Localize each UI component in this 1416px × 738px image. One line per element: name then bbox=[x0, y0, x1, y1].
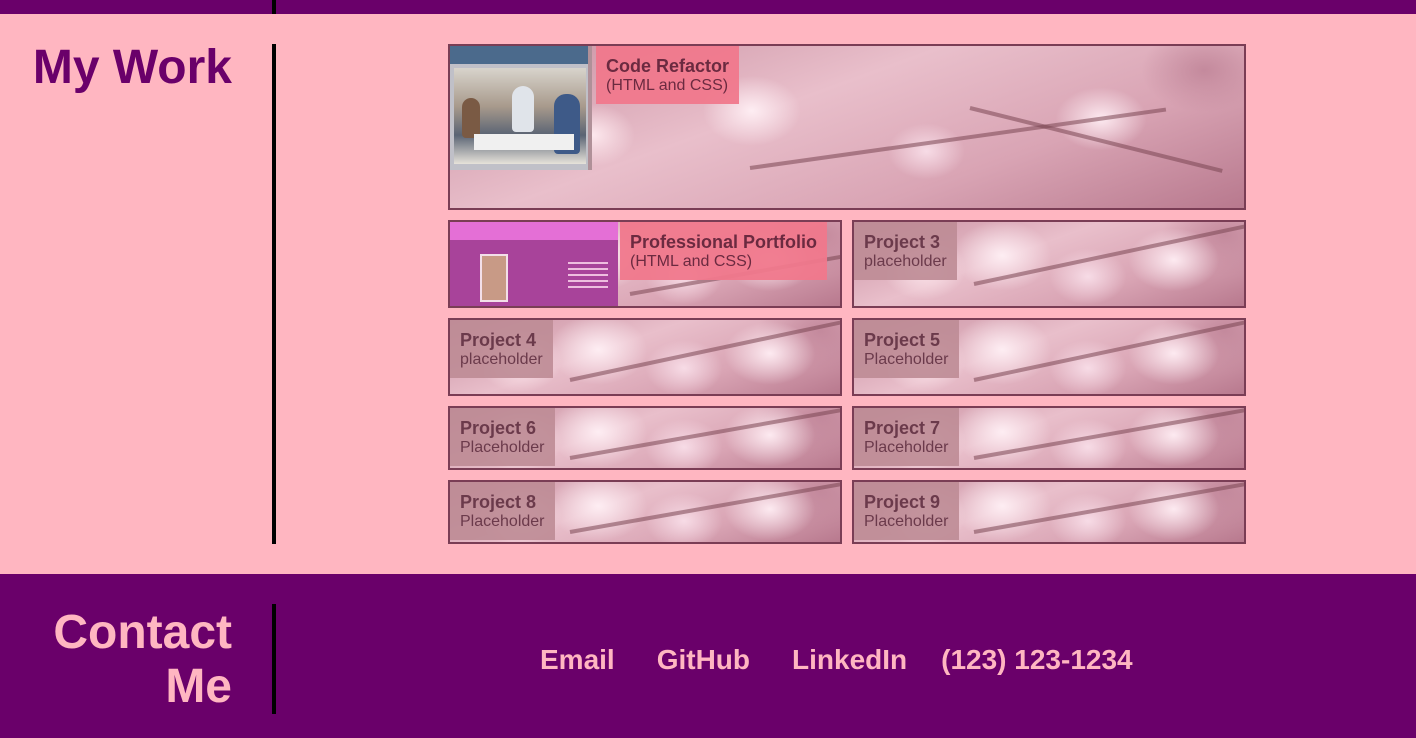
project-card-6[interactable]: Project 6 Placeholder bbox=[448, 406, 842, 470]
project-9-label: Project 9 Placeholder bbox=[854, 482, 959, 540]
project-subtitle: Placeholder bbox=[864, 439, 949, 456]
contact-heading-line1: Contact bbox=[53, 606, 232, 659]
project-title: Code Refactor bbox=[606, 56, 730, 76]
project-subtitle: (HTML and CSS) bbox=[630, 253, 753, 270]
project-title: Project 5 bbox=[864, 330, 941, 350]
project-7-label: Project 7 Placeholder bbox=[854, 408, 959, 466]
my-work-divider bbox=[272, 44, 276, 544]
project-card-professional-portfolio[interactable]: Professional Portfolio (HTML and CSS) bbox=[448, 220, 842, 308]
project-card-9[interactable]: Project 9 Placeholder bbox=[852, 480, 1246, 544]
project-subtitle: Placeholder bbox=[864, 513, 949, 530]
contact-divider bbox=[272, 604, 276, 714]
professional-portfolio-label: Professional Portfolio (HTML and CSS) bbox=[620, 222, 828, 280]
project-subtitle: Placeholder bbox=[460, 439, 545, 456]
email-link[interactable]: Email bbox=[540, 644, 615, 676]
project-subtitle: Placeholder bbox=[864, 351, 949, 368]
project-card-7[interactable]: Project 7 Placeholder bbox=[852, 406, 1246, 470]
contact-me-heading: Contact Me bbox=[53, 606, 232, 714]
project-title: Project 4 bbox=[460, 330, 537, 350]
project-card-4[interactable]: Project 4 placeholder bbox=[448, 318, 842, 396]
project-card-5[interactable]: Project 5 Placeholder bbox=[852, 318, 1246, 396]
top-bar-divider bbox=[272, 0, 276, 14]
project-5-label: Project 5 Placeholder bbox=[854, 320, 959, 378]
project-subtitle: (HTML and CSS) bbox=[606, 77, 729, 94]
project-card-8[interactable]: Project 8 Placeholder bbox=[448, 480, 842, 544]
portfolio-screenshot bbox=[450, 222, 618, 306]
project-title: Project 6 bbox=[460, 418, 537, 438]
project-4-label: Project 4 placeholder bbox=[450, 320, 553, 378]
top-bar bbox=[0, 0, 1416, 14]
project-subtitle: placeholder bbox=[864, 253, 947, 270]
contact-heading-line2: Me bbox=[165, 660, 232, 713]
project-title: Project 3 bbox=[864, 232, 941, 252]
contact-footer: Contact Me Email GitHub LinkedIn (123) 1… bbox=[0, 574, 1416, 738]
project-title: Project 7 bbox=[864, 418, 941, 438]
project-card-code-refactor[interactable]: Code Refactor (HTML and CSS) bbox=[448, 44, 1246, 210]
phone-number: (123) 123-1234 bbox=[941, 644, 1133, 675]
project-card-3[interactable]: Project 3 placeholder bbox=[852, 220, 1246, 308]
linkedin-link[interactable]: LinkedIn bbox=[792, 644, 907, 676]
github-link[interactable]: GitHub bbox=[657, 644, 750, 676]
project-title: Project 9 bbox=[864, 492, 941, 512]
project-subtitle: Placeholder bbox=[460, 513, 545, 530]
project-3-label: Project 3 placeholder bbox=[854, 222, 957, 280]
project-title: Project 8 bbox=[460, 492, 537, 512]
project-title: Professional Portfolio bbox=[630, 232, 818, 252]
project-8-label: Project 8 Placeholder bbox=[450, 482, 555, 540]
project-6-label: Project 6 Placeholder bbox=[450, 408, 555, 466]
contact-links: Email GitHub LinkedIn (123) 123-1234 bbox=[540, 644, 1133, 676]
project-subtitle: placeholder bbox=[460, 351, 543, 368]
code-refactor-label: Code Refactor (HTML and CSS) bbox=[596, 46, 740, 104]
code-refactor-screenshot bbox=[450, 46, 592, 170]
my-work-heading: My Work bbox=[32, 41, 232, 94]
